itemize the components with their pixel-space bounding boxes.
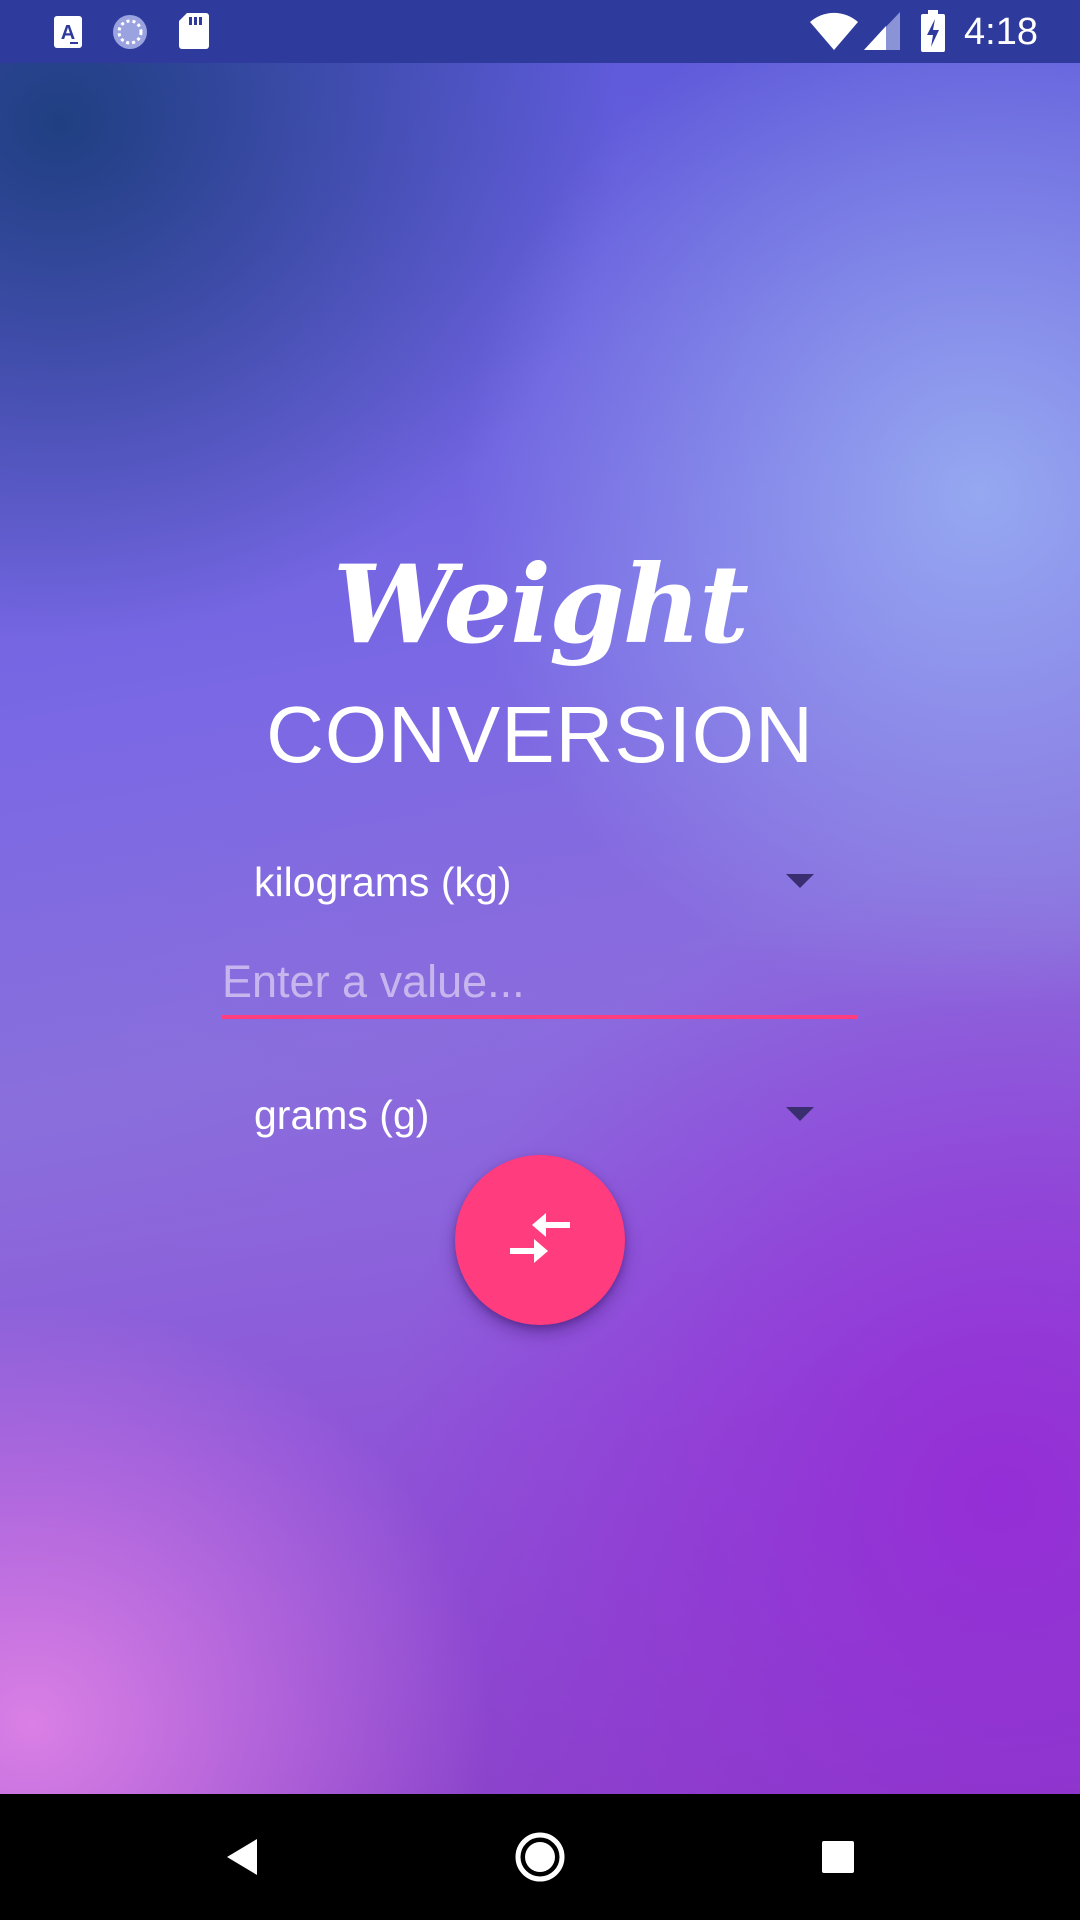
input-underline (222, 1015, 858, 1019)
wifi-icon (810, 12, 858, 56)
from-unit-spinner[interactable]: kilograms (kg) (222, 842, 832, 922)
value-input[interactable] (222, 950, 858, 1014)
screen: A 4:18 Weight CONVERSION kilograms (kg) … (0, 0, 1080, 1920)
swap-arrows-icon (510, 1213, 570, 1263)
home-icon[interactable] (510, 1827, 570, 1887)
gradient-background (0, 63, 1080, 1794)
back-icon[interactable] (213, 1827, 273, 1887)
from-unit-dropdown-icon (786, 874, 814, 888)
status-time: 4:18 (964, 11, 1038, 53)
value-input-field[interactable] (222, 950, 858, 1020)
convert-button[interactable] (455, 1155, 625, 1325)
from-unit-label: kilograms (kg) (254, 859, 512, 905)
battery-charging-icon (921, 10, 945, 56)
sd-card-icon (179, 13, 209, 53)
app-title-sub: CONVERSION (266, 690, 814, 779)
signal-icon (864, 12, 900, 54)
a-notification-icon: A (54, 16, 82, 52)
app-title-script: Weight (332, 542, 749, 668)
svg-text:A: A (61, 22, 75, 44)
to-unit-spinner[interactable]: grams (g) (222, 1075, 832, 1155)
to-unit-dropdown-icon (786, 1107, 814, 1121)
status-bar: A 4:18 (0, 0, 1080, 63)
recents-icon[interactable] (808, 1827, 868, 1887)
sync-icon (111, 13, 149, 55)
to-unit-label: grams (g) (254, 1092, 430, 1138)
navigation-bar (0, 1794, 1080, 1920)
